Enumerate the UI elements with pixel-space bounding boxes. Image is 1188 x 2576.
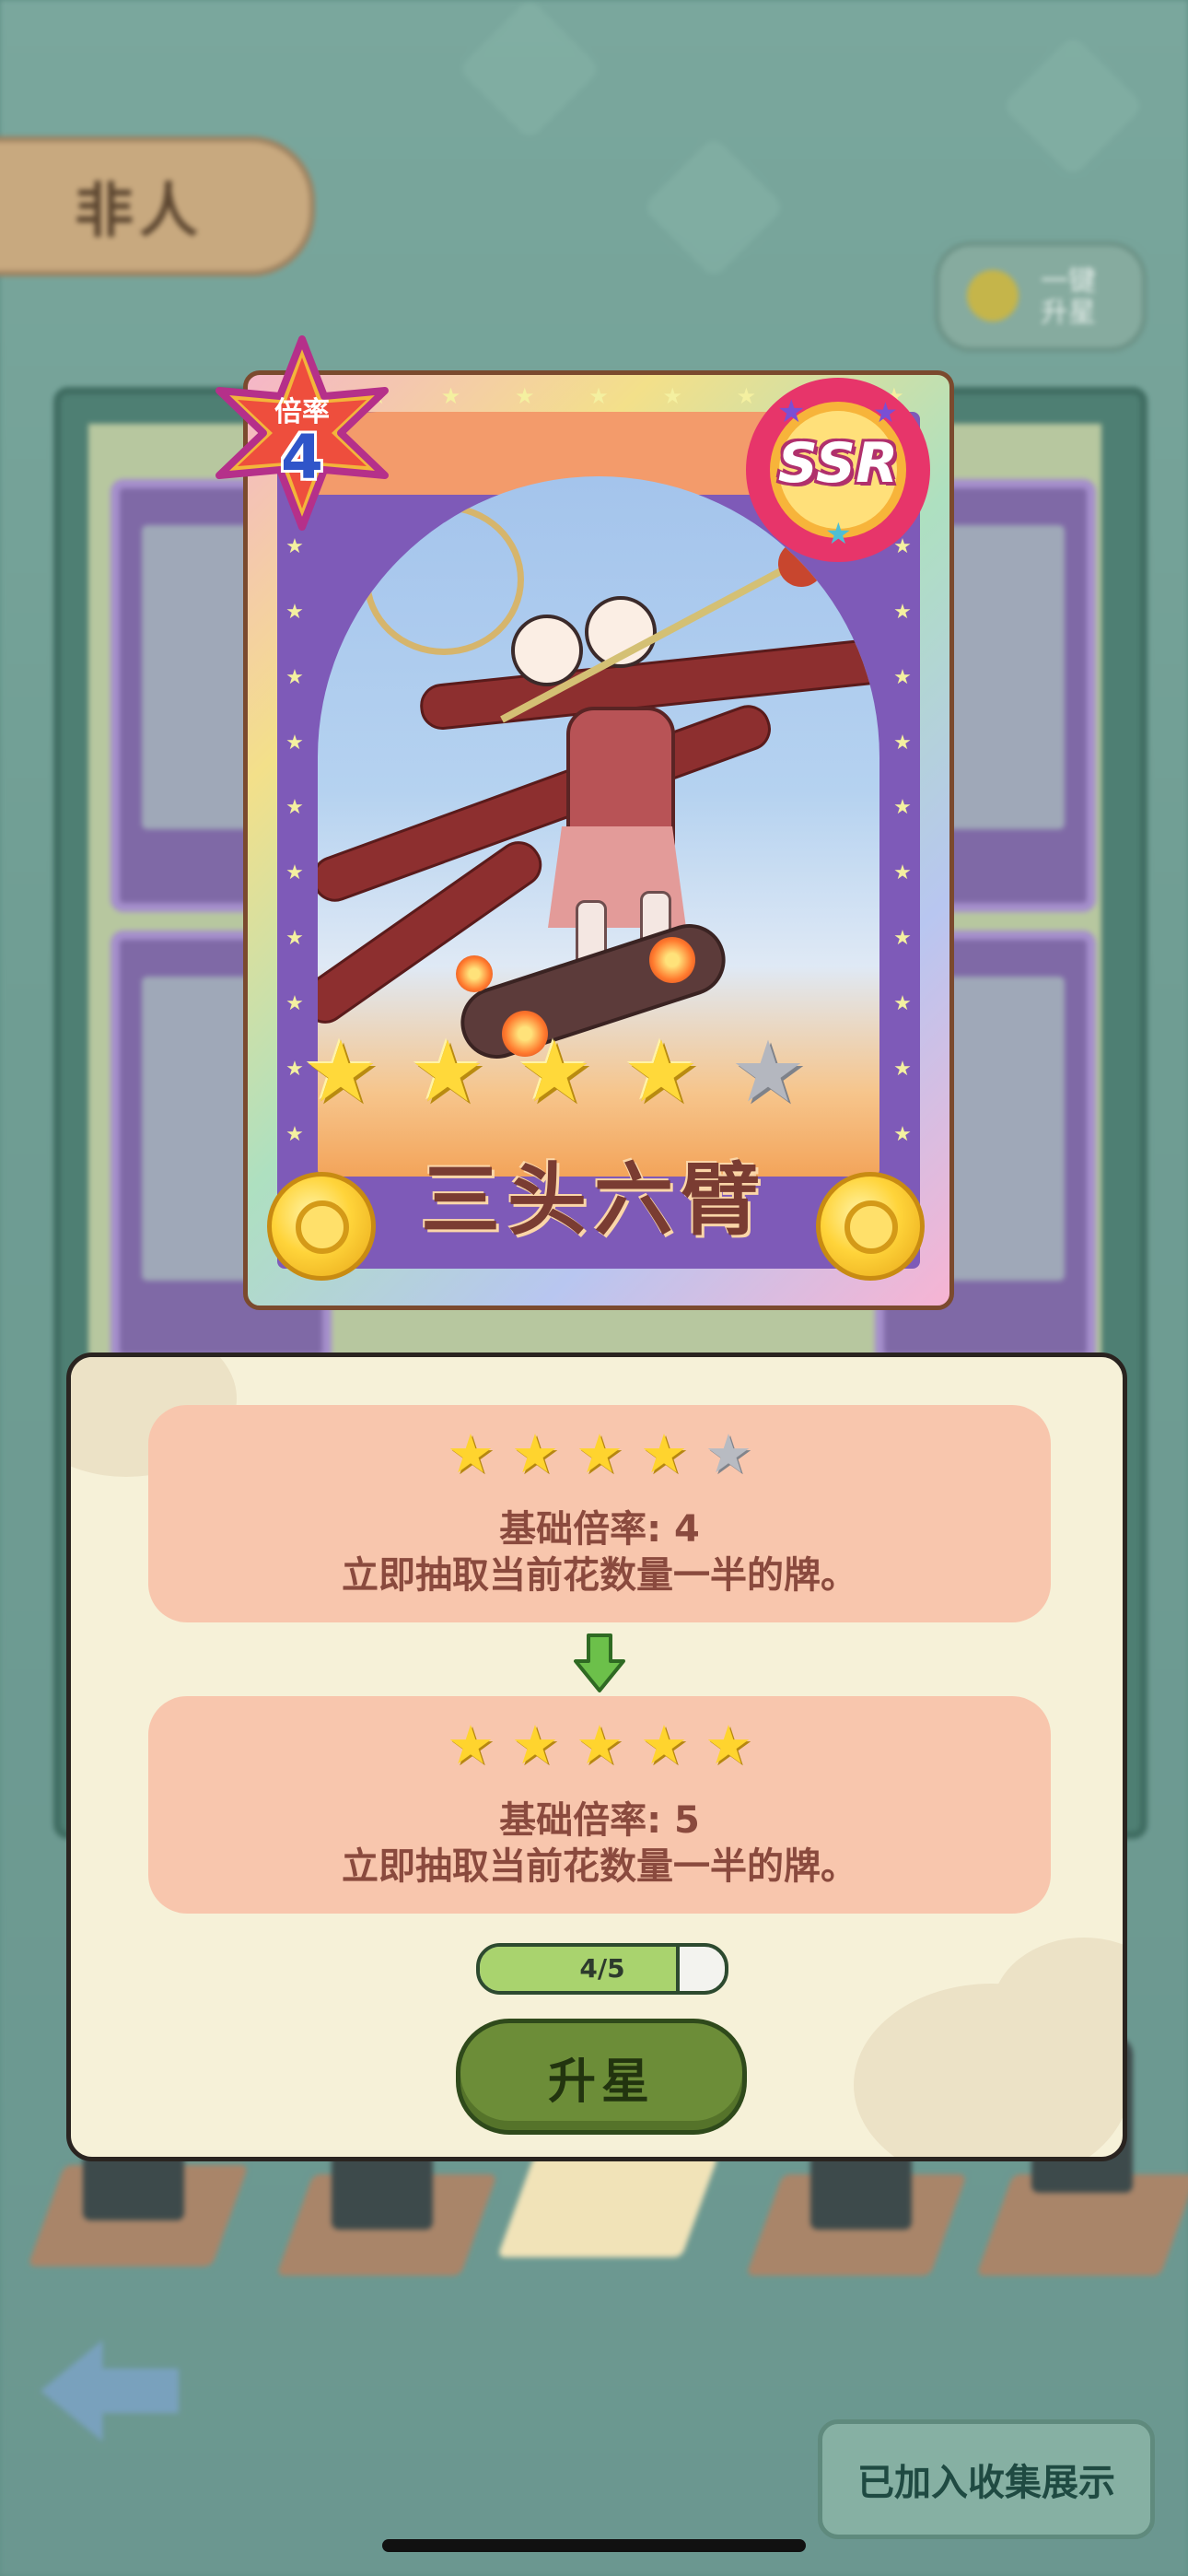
category-tab-label: 非人	[75, 178, 204, 246]
next-star-rating: ★ ★ ★ ★ ★	[148, 1716, 1051, 1774]
star-upgrade-dialog: ★ ★ ★ ★ ★ 基础倍率: 4 立即抽取当前花数量一半的牌。 ★ ★ ★ ★ ★ 基础倍率:…	[66, 1352, 1127, 2161]
upgrade-progress-bar: 4/5	[476, 1943, 728, 1995]
upgrade-star-button[interactable]: 升星	[456, 2019, 747, 2135]
auto-upgrade-label-line2: 升星	[1041, 297, 1096, 329]
star-filled-icon: ★	[409, 1023, 486, 1121]
star-filled-icon: ★	[511, 1714, 559, 1776]
next-level-panel: ★ ★ ★ ★ ★ 基础倍率: 5 立即抽取当前花数量一半的牌。	[148, 1696, 1051, 1914]
rate-value: 4	[281, 422, 323, 493]
star-filled-icon: ★	[447, 1714, 495, 1776]
star-empty-icon: ★	[705, 1423, 752, 1485]
upgrade-star-button-label: 升星	[547, 2054, 655, 2110]
home-indicator[interactable]	[382, 2539, 806, 2552]
star-filled-icon: ★	[576, 1423, 623, 1485]
rarity-badge: ★ ★ ★ SSR	[737, 369, 939, 571]
star-filled-icon: ★	[705, 1714, 752, 1776]
star-filled-icon: ★	[516, 1023, 593, 1121]
progress-label: 4/5	[579, 1953, 625, 1984]
coin-icon	[267, 1172, 376, 1281]
arrow-down-icon	[574, 1633, 625, 1692]
current-level-panel: ★ ★ ★ ★ ★ 基础倍率: 4 立即抽取当前花数量一半的牌。	[148, 1405, 1051, 1622]
star-filled-icon: ★	[576, 1714, 623, 1776]
coin-icon	[816, 1172, 925, 1281]
current-effect-text: 立即抽取当前花数量一半的牌。	[342, 1554, 857, 1597]
card-name: 三头六臂	[421, 1154, 767, 1247]
auto-upgrade-label-line1: 一键	[1041, 265, 1096, 298]
star-filled-icon: ★	[623, 1023, 700, 1121]
fire-icon	[649, 937, 695, 983]
auto-upgrade-label: 一键 升星	[1041, 266, 1096, 329]
coin-icon	[967, 270, 1019, 322]
auto-upgrade-button[interactable]: 一键 升星	[935, 241, 1147, 352]
star-filled-icon: ★	[640, 1714, 688, 1776]
svg-text:★: ★	[825, 516, 852, 551]
svg-text:★: ★	[873, 397, 898, 429]
svg-text:★: ★	[777, 393, 805, 430]
rate-badge: 倍率 4	[210, 332, 394, 534]
star-filled-icon: ★	[302, 1023, 379, 1121]
category-tab[interactable]: 非人	[0, 136, 315, 276]
star-filled-icon: ★	[640, 1423, 688, 1485]
star-filled-icon: ★	[511, 1423, 559, 1485]
display-stand	[496, 2156, 719, 2257]
next-effect-text: 立即抽取当前花数量一半的牌。	[342, 1845, 857, 1888]
collection-display-label: 已加入收集展示	[857, 2462, 1115, 2504]
collection-display-button[interactable]: 已加入收集展示	[818, 2419, 1155, 2539]
star-filled-icon: ★	[447, 1423, 495, 1485]
star-empty-icon: ★	[729, 1023, 807, 1121]
fire-icon	[456, 955, 493, 992]
figure-head	[511, 615, 583, 686]
ribbon-shape	[318, 698, 777, 908]
current-star-rating: ★ ★ ★ ★ ★	[148, 1425, 1051, 1482]
rarity-label: SSR	[777, 431, 899, 496]
